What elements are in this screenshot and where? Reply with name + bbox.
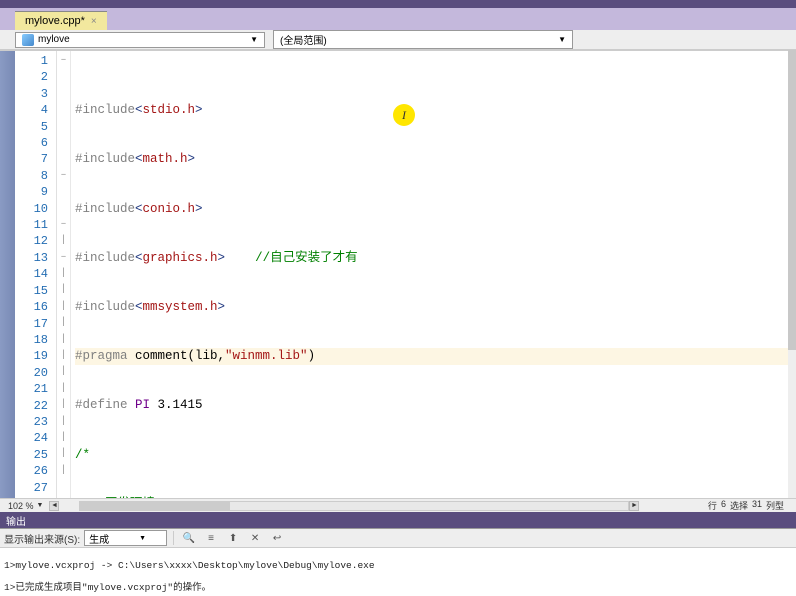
output-source-dropdown[interactable]: 生成 ▼: [84, 530, 167, 546]
output-content[interactable]: 1>mylove.vcxproj -> C:\Users\xxxx\Deskto…: [0, 548, 796, 596]
ln: 2: [15, 69, 48, 85]
ln: 13: [15, 250, 48, 266]
scope-label: mylove: [38, 34, 70, 45]
scrollbar-thumb[interactable]: [788, 50, 796, 350]
ln: 6: [15, 135, 48, 151]
line-label: 行: [708, 499, 717, 512]
fold-column: – – – | – | | | | | | | | | | | | |: [57, 51, 71, 498]
clear-icon[interactable]: ✕: [246, 530, 264, 546]
fold-icon[interactable]: –: [57, 250, 70, 266]
horizontal-scrollbar[interactable]: [79, 501, 629, 511]
close-icon[interactable]: ×: [91, 16, 97, 27]
goto-icon[interactable]: ≡: [202, 530, 220, 546]
scroll-left-icon[interactable]: ◄: [49, 501, 59, 511]
ln: 26: [15, 463, 48, 479]
ln: 5: [15, 119, 48, 135]
file-tab[interactable]: mylove.cpp* ×: [15, 11, 107, 30]
mode: 列型: [766, 499, 784, 512]
code-content[interactable]: I #include<stdio.h> #include<math.h> #in…: [71, 51, 796, 498]
left-margin: [0, 51, 15, 498]
scroll-right-icon[interactable]: ►: [629, 501, 639, 511]
scrollbar-thumb[interactable]: [80, 502, 230, 510]
ln: 3: [15, 86, 48, 102]
ln: 20: [15, 365, 48, 381]
ln: 16: [15, 299, 48, 315]
tab-title: mylove.cpp*: [25, 15, 85, 27]
ln: 10: [15, 201, 48, 217]
wrap-icon[interactable]: ↩: [268, 530, 286, 546]
output-source-label: 显示输出来源(S):: [4, 531, 80, 546]
ln: 8: [15, 168, 48, 184]
col-number: 31: [752, 499, 762, 512]
ln: 22: [15, 398, 48, 414]
ln: 27: [15, 480, 48, 496]
output-panel-header[interactable]: 输出: [0, 512, 796, 528]
chevron-down-icon[interactable]: ▼: [37, 502, 44, 509]
output-toolbar: 显示输出来源(S): 生成 ▼ 🔍 ≡ ⬆ ✕ ↩: [0, 528, 796, 548]
col-label: 选择: [730, 499, 748, 512]
ln: 1: [15, 53, 48, 69]
editor-status-bar: 102 % ▼ ◄ ► 行 6 选择 31 列型: [0, 498, 796, 512]
ln: 12: [15, 233, 48, 249]
ln: 9: [15, 184, 48, 200]
ln: 4: [15, 102, 48, 118]
find-icon[interactable]: 🔍: [180, 530, 198, 546]
member-label: (全局范围): [280, 32, 327, 47]
code-editor[interactable]: 1 2 3 4 5 6 7 8 9 10 11 12 13 14 15 16 1…: [0, 50, 796, 498]
title-bar: [0, 0, 796, 8]
vertical-scrollbar[interactable]: [788, 50, 796, 498]
ln: 24: [15, 430, 48, 446]
ln: 19: [15, 348, 48, 364]
chevron-down-icon: ▼: [558, 35, 566, 44]
ln: 18: [15, 332, 48, 348]
output-line: 1>已完成生成项目"mylove.vcxproj"的操作。: [4, 582, 792, 593]
line-numbers: 1 2 3 4 5 6 7 8 9 10 11 12 13 14 15 16 1…: [15, 51, 57, 498]
ln: 7: [15, 151, 48, 167]
fold-icon[interactable]: –: [57, 53, 70, 69]
chevron-down-icon: ▼: [250, 35, 258, 44]
prev-icon[interactable]: ⬆: [224, 530, 242, 546]
ln: 25: [15, 447, 48, 463]
zoom-level[interactable]: 102 %: [0, 501, 34, 511]
ln: 11: [15, 217, 48, 233]
ln: 14: [15, 266, 48, 282]
separator: [173, 531, 174, 545]
ln: 23: [15, 414, 48, 430]
fold-icon[interactable]: –: [57, 217, 70, 233]
project-icon: [22, 34, 34, 46]
tab-bar: mylove.cpp* ×: [0, 8, 796, 30]
cursor-marker: I: [393, 104, 415, 126]
scope-dropdown[interactable]: mylove ▼: [15, 32, 265, 48]
output-line: 1>mylove.vcxproj -> C:\Users\xxxx\Deskto…: [4, 560, 792, 571]
ln: 17: [15, 316, 48, 332]
fold-icon[interactable]: –: [57, 168, 70, 184]
ln: 21: [15, 381, 48, 397]
member-dropdown[interactable]: (全局范围) ▼: [273, 30, 573, 49]
breadcrumb: mylove ▼ (全局范围) ▼: [0, 30, 796, 50]
line-number: 6: [721, 499, 726, 512]
ln: 15: [15, 283, 48, 299]
